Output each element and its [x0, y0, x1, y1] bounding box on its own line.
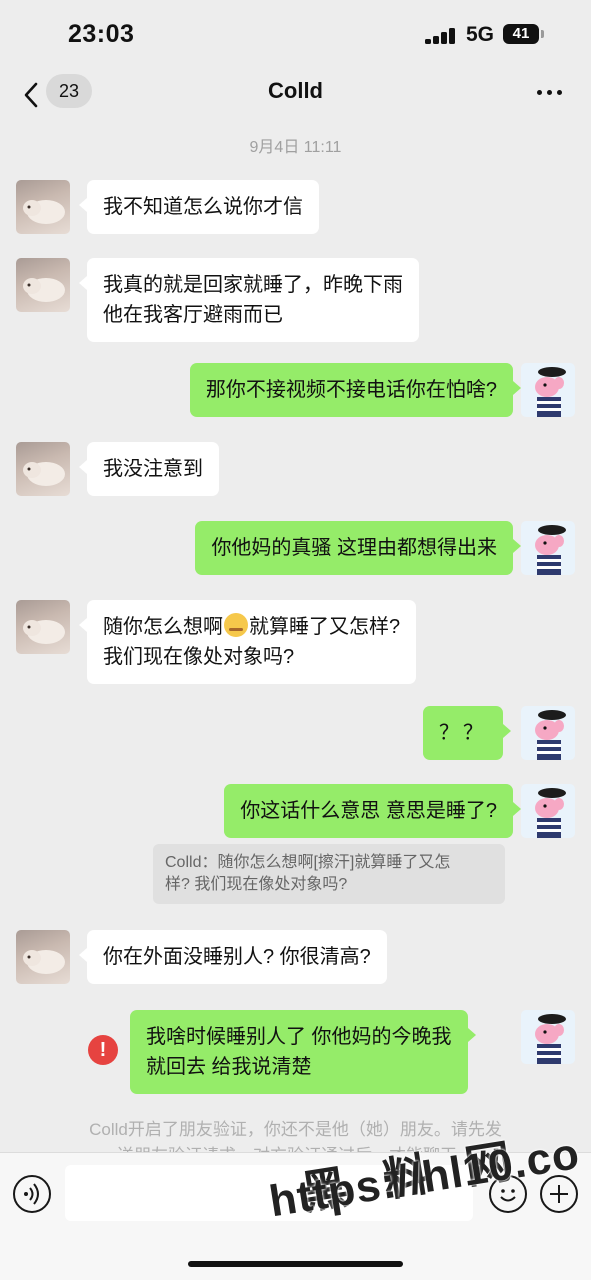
chevron-left-icon[interactable] — [20, 80, 44, 110]
message-text-part: 就算睡了又怎样? — [249, 616, 401, 638]
quote-text: Colld：随你怎么想啊[擦汗]就算睡了又怎 — [165, 854, 451, 871]
contact-avatar[interactable] — [16, 930, 70, 984]
status-bar: 23:03 5G 41 — [0, 0, 591, 70]
message-text: 你在外面没睡别人? 你很清高? — [103, 946, 371, 968]
contact-avatar[interactable] — [16, 258, 70, 312]
emoji-icon[interactable] — [489, 1175, 527, 1213]
sweat-emoji-icon — [224, 613, 248, 637]
self-avatar[interactable] — [521, 706, 575, 760]
battery-icon: 41 — [503, 24, 539, 44]
error-icon[interactable]: ! — [88, 1035, 118, 1065]
message-bubble-outgoing[interactable]: 那你不接视频不接电话你在怕啥? — [189, 363, 522, 417]
message-input[interactable] — [65, 1165, 473, 1221]
message-text: 你他妈的真骚 这理由都想得出来 — [211, 537, 497, 559]
message-text: 就回去 给我说清楚 — [146, 1056, 312, 1078]
message-text: 我没注意到 — [103, 458, 203, 480]
message-text: 随你怎么想啊 就算睡了又怎样? — [103, 612, 400, 642]
battery-cap — [541, 30, 544, 38]
chat-timestamp: 9月4日 11:11 — [249, 139, 342, 156]
status-time: 23:03 — [68, 20, 135, 48]
message-bubble-outgoing[interactable]: 我啥时候睡别人了 你他妈的今晚我 就回去 给我说清楚 — [130, 1010, 476, 1094]
message-text-part: 随你怎么想啊 — [103, 616, 223, 638]
unread-count-badge[interactable]: 23 — [46, 74, 92, 108]
quote-text: 样? 我们现在像处对象吗? — [165, 876, 348, 893]
notice-line: Colld开启了朋友验证，你还不是他（她）朋友。请先发 — [89, 1120, 502, 1139]
plus-icon[interactable] — [540, 1175, 578, 1213]
input-bar — [0, 1152, 591, 1280]
home-indicator — [188, 1261, 403, 1267]
message-bubble-incoming[interactable]: 我真的就是回家就睡了，昨晚下雨 他在我客厅避雨而已 — [79, 258, 419, 342]
message-text: 那你不接视频不接电话你在怕啥? — [205, 379, 497, 401]
message-text: 我不知道怎么说你才信 — [103, 196, 303, 218]
message-bubble-incoming[interactable]: 我没注意到 — [79, 442, 219, 496]
message-bubble-incoming[interactable]: 你在外面没睡别人? 你很清高? — [79, 930, 387, 984]
quoted-message[interactable]: Colld：随你怎么想啊[擦汗]就算睡了又怎 样? 我们现在像处对象吗? — [153, 844, 505, 904]
message-text: 我啥时候睡别人了 你他妈的今晚我 — [146, 1026, 452, 1048]
self-avatar[interactable] — [521, 784, 575, 838]
contact-avatar[interactable] — [16, 442, 70, 496]
signal-strength-icon — [425, 28, 457, 44]
message-bubble-outgoing[interactable]: 你这话什么意思 意思是睡了? — [224, 784, 521, 838]
message-text: ？？ — [439, 722, 487, 744]
self-avatar[interactable] — [521, 363, 575, 417]
chat-title: Colld — [268, 78, 323, 103]
message-bubble-incoming[interactable]: 我不知道怎么说你才信 — [79, 180, 319, 234]
message-bubble-incoming[interactable]: 随你怎么想啊 就算睡了又怎样? 我们现在像处对象吗? — [78, 600, 417, 684]
network-type: 5G — [466, 23, 495, 46]
message-text: 你这话什么意思 意思是睡了? — [240, 800, 497, 822]
chat-header: 23 Colld — [0, 70, 591, 124]
more-dots-icon[interactable] — [532, 78, 568, 106]
contact-avatar[interactable] — [16, 600, 70, 654]
voice-icon[interactable] — [13, 1175, 51, 1213]
message-text: 我们现在像处对象吗? — [103, 646, 295, 668]
contact-avatar[interactable] — [16, 180, 70, 234]
message-text: 我真的就是回家就睡了，昨晚下雨 — [103, 274, 403, 296]
self-avatar[interactable] — [521, 1010, 575, 1064]
message-bubble-outgoing[interactable]: 你他妈的真骚 这理由都想得出来 — [195, 521, 521, 575]
message-bubble-outgoing[interactable]: ？？ — [423, 706, 511, 760]
self-avatar[interactable] — [521, 521, 575, 575]
message-text: 他在我客厅避雨而已 — [103, 304, 283, 326]
